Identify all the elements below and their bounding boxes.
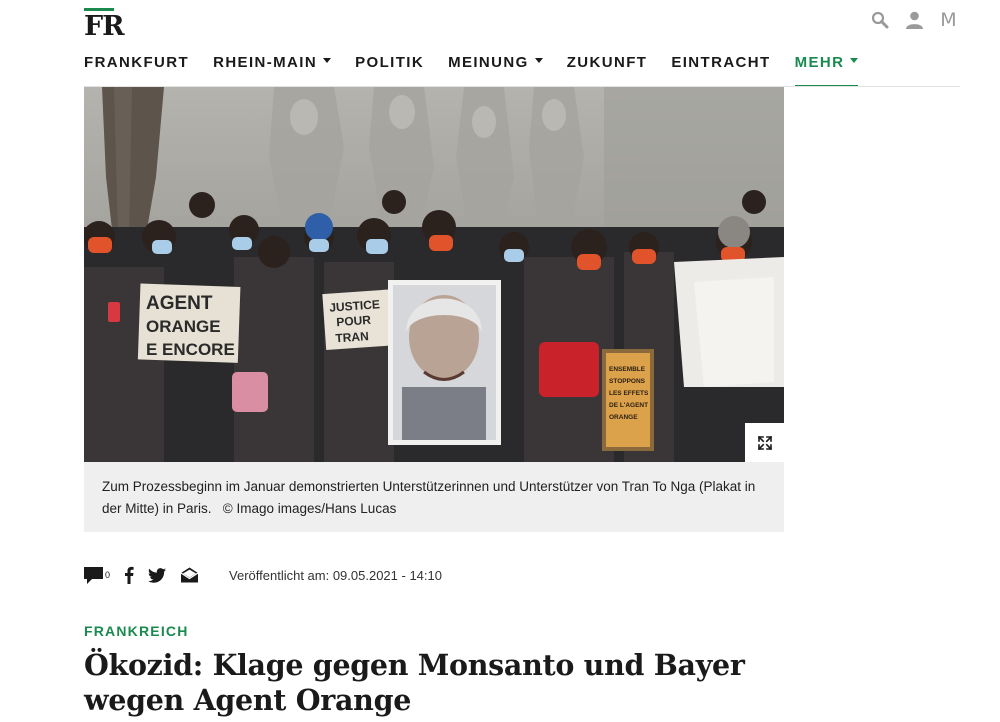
expand-image-button[interactable]	[745, 423, 784, 462]
m-icon[interactable]: M	[938, 9, 958, 31]
m-letter: M	[940, 9, 956, 31]
nav-label: FRANKFURT	[84, 54, 190, 71]
article-kicker[interactable]: FRANKREICH	[84, 623, 189, 639]
nav-item-rhein-main[interactable]: RHEIN-MAIN	[213, 52, 332, 87]
search-icon[interactable]	[870, 10, 890, 30]
nav-label: POLITIK	[355, 54, 425, 71]
comment-count: 0	[105, 570, 111, 580]
nav-item-zukunft[interactable]: ZUKUNFT	[567, 52, 648, 87]
twitter-icon	[148, 567, 167, 583]
facebook-icon	[125, 566, 134, 584]
placard-right-line-2: STOPPONS	[609, 378, 646, 385]
placard-right-line-3: LES EFFETS	[609, 390, 649, 397]
article-headline: Ökozid: Klage gegen Monsanto und Bayer w…	[84, 648, 745, 717]
placard-mid-line-2: POUR	[336, 313, 372, 329]
nav-label: MEINUNG	[448, 54, 529, 71]
caret-down-icon	[850, 58, 859, 63]
logo-text: FR	[84, 11, 125, 42]
caret-down-icon	[534, 58, 543, 63]
nav-label: MEHR	[794, 54, 845, 71]
photo-caption: Zum Prozessbeginn im Januar demonstriert…	[84, 462, 784, 532]
nav-item-frankfurt[interactable]: FRANKFURT	[84, 52, 189, 87]
nav-item-mehr[interactable]: MEHR	[794, 52, 859, 87]
expand-icon	[757, 435, 772, 450]
published-date: Veröffentlicht am: 09.05.2021 - 14:10	[229, 567, 442, 583]
article-photo: AGENT ORANGE E ENCORE JUSTICE POUR TRAN …	[84, 87, 784, 462]
comment-icon	[84, 566, 103, 584]
caret-down-icon	[323, 58, 332, 63]
user-icon[interactable]	[904, 10, 924, 30]
header-actions: M	[870, 9, 958, 31]
placard-right-line-5: ORANGE	[609, 414, 638, 421]
envelope-icon	[180, 567, 199, 583]
nav-item-meinung[interactable]: MEINUNG	[448, 52, 543, 87]
nav-label: ZUKUNFT	[566, 54, 648, 71]
comments-link[interactable]: 0	[84, 566, 111, 584]
twitter-share-button[interactable]	[148, 567, 167, 583]
caption-text: Zum Prozessbeginn im Januar demonstriert…	[102, 479, 756, 516]
nav-item-eintracht[interactable]: EINTRACHT	[671, 52, 770, 87]
email-share-button[interactable]	[180, 567, 199, 583]
nav-item-politik[interactable]: POLITIK	[355, 52, 424, 87]
main-navigation: FRANKFURT RHEIN-MAIN POLITIK MEINUNG ZUK…	[84, 52, 882, 87]
placard-left-line-3: E ENCORE	[146, 340, 235, 359]
share-bar: 0 Veröffentlicht am: 09.05.2021 - 14:10	[84, 560, 442, 590]
placard-mid-line-3: TRAN	[335, 329, 369, 345]
nav-label: EINTRACHT	[671, 54, 771, 71]
nav-label: RHEIN-MAIN	[213, 54, 318, 71]
placard-left-line-2: ORANGE	[146, 317, 221, 336]
placard-right-line-1: ENSEMBLE	[609, 366, 646, 373]
placard-right-line-4: DE L'AGENT	[609, 402, 648, 409]
placard-left-line-1: AGENT	[146, 293, 213, 314]
facebook-share-button[interactable]	[124, 566, 134, 584]
site-logo[interactable]: FR	[84, 8, 125, 42]
photo-credit: © Imago images/Hans Lucas	[222, 501, 397, 516]
